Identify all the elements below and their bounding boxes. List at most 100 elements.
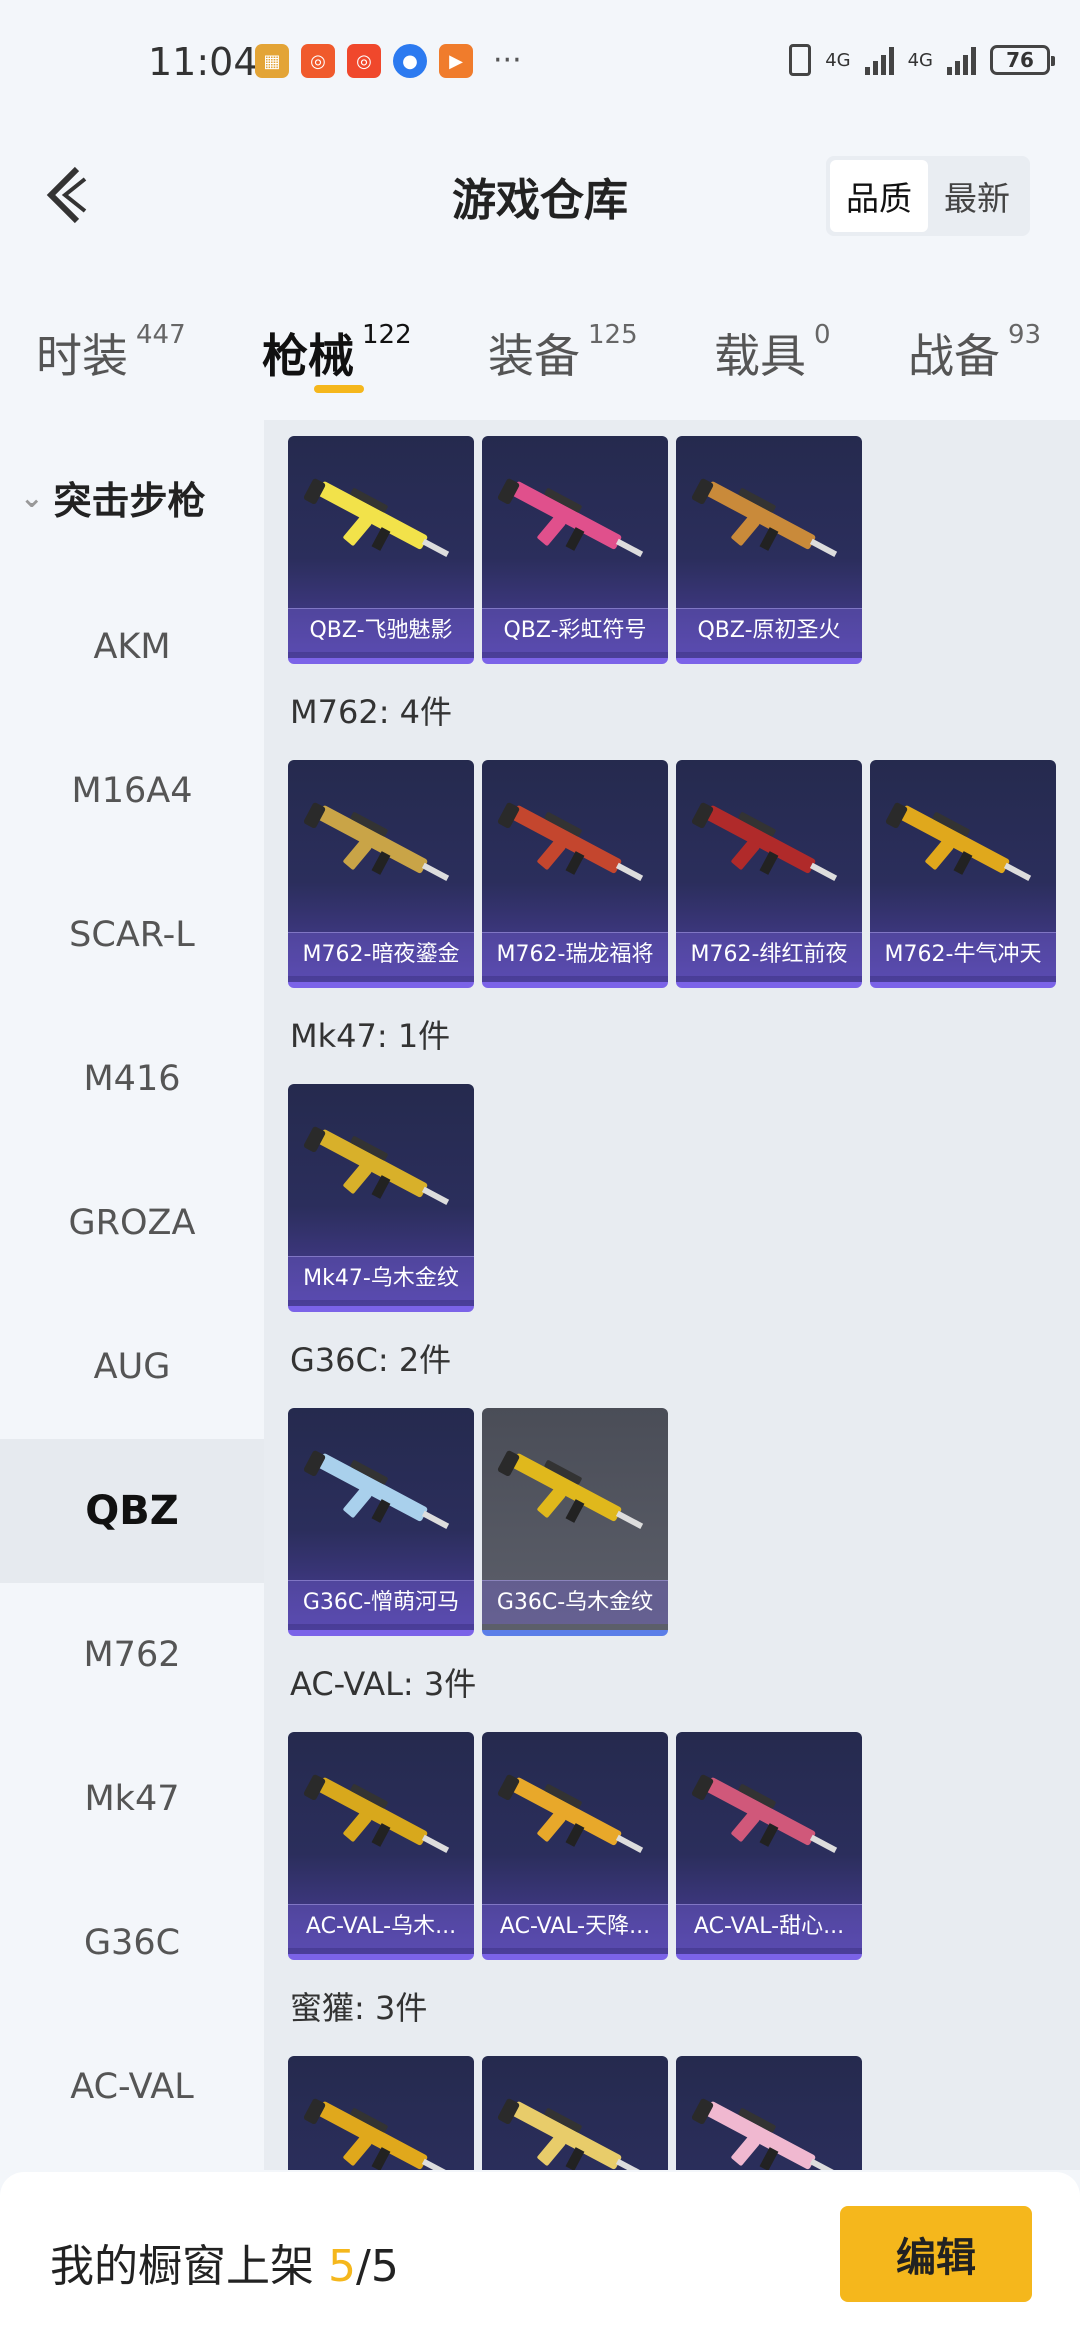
kuaishou-app-icon: ◎	[301, 44, 335, 78]
skin-card[interactable]: Mk47-乌木金纹	[288, 1084, 474, 1312]
skin-name: QBZ-飞驰魅影	[288, 608, 474, 652]
sidebar-item-g36c[interactable]: G36C	[0, 1871, 264, 2015]
status-bar: 11:04 ▦ ◎ ◎ ● ▶ ··· 4G 4G 76	[0, 0, 1080, 130]
skin-grid	[288, 2056, 1080, 2170]
skin-card[interactable]	[288, 2056, 474, 2170]
sidebar-item-ac-val[interactable]: AC-VAL	[0, 2015, 264, 2159]
skin-card[interactable]: QBZ-飞驰魅影	[288, 436, 474, 664]
gun-skin-image	[691, 478, 838, 557]
skin-card[interactable]: G36C-憎萌河马	[288, 1408, 474, 1636]
sidebar-item-akm[interactable]: AKM	[0, 575, 264, 719]
video-app-icon: ▶	[439, 44, 473, 78]
gun-skin-image	[885, 802, 1032, 881]
more-notifications-icon: ···	[493, 43, 522, 78]
skin-card[interactable]: M762-绯红前夜	[676, 760, 862, 988]
skin-card[interactable]: AC-VAL-天降...	[482, 1732, 668, 1960]
sidebar-item-m762[interactable]: M762	[0, 1583, 264, 1727]
section-title: AC-VAL: 3件	[290, 1665, 477, 1703]
skin-name: M762-瑞龙福将	[482, 932, 668, 976]
weapon-section: G36C: 2件 G36C-憎萌河马 G36C-乌木金纹	[288, 1312, 1080, 1636]
skin-card[interactable]: M762-牛气冲天	[870, 760, 1056, 988]
sidebar-item-m16a4[interactable]: M16A4	[0, 719, 264, 863]
sort-newest-button[interactable]: 最新	[928, 160, 1026, 232]
tab-label: 枪械	[262, 329, 354, 383]
tab-count: 0	[814, 320, 831, 350]
sidebar-item-m416[interactable]: M416	[0, 1007, 264, 1151]
skin-card[interactable]	[676, 2056, 862, 2170]
sidebar-item-qbz[interactable]: QBZ	[0, 1439, 264, 1583]
skin-card[interactable]	[482, 2056, 668, 2170]
sidebar-list: AKM M16A4 SCAR-L M416 GROZA AUG QBZ M762 Mk47 G36…	[0, 575, 264, 2159]
sidebar-group-label: 突击步枪	[53, 479, 206, 523]
skin-grid: AC-VAL-乌木... AC-VAL-天降... AC-VAL-甜心...	[288, 1732, 1080, 1960]
tab-guns[interactable]: 枪械 122	[262, 320, 412, 386]
showcase-total: /5	[356, 2241, 399, 2292]
edit-button[interactable]: 编辑	[840, 2206, 1032, 2302]
showcase-status: 我的橱窗上架 5/5	[50, 2230, 399, 2294]
bulb-app-icon: ●	[393, 44, 427, 78]
skin-name: Mk47-乌木金纹	[288, 1256, 474, 1300]
skin-card[interactable]: QBZ-原初圣火	[676, 436, 862, 664]
section-title: G36C: 2件	[290, 1341, 452, 1379]
sections-container: QBZ-飞驰魅影 QBZ-彩虹符号 QBZ-原初圣火 M762: 4件 M762-暗夜鎏…	[288, 436, 1080, 2170]
skin-card[interactable]: M762-瑞龙福将	[482, 760, 668, 988]
tab-outfits[interactable]: 时装 447	[36, 320, 186, 386]
chevron-down-icon: ⌄	[20, 481, 44, 514]
skin-name: AC-VAL-乌木...	[288, 1904, 474, 1948]
tab-vehicles[interactable]: 载具 0	[714, 320, 831, 386]
skin-card[interactable]: M762-暗夜鎏金	[288, 760, 474, 988]
tab-label: 装备	[488, 329, 580, 383]
gun-skin-image	[691, 802, 838, 881]
sidebar-item-aug[interactable]: AUG	[0, 1295, 264, 1439]
network-type-2: 4G	[907, 49, 933, 71]
gun-skin-image	[303, 1450, 450, 1529]
showcase-label: 我的橱窗上架	[50, 2241, 314, 2292]
section-title: 蜜獾: 3件	[290, 1989, 428, 2027]
skin-card[interactable]: AC-VAL-甜心...	[676, 1732, 862, 1960]
tab-label: 时装	[36, 329, 128, 383]
tab-count: 122	[362, 320, 412, 350]
sidebar-item-groza[interactable]: GROZA	[0, 1151, 264, 1295]
signal-icon	[864, 45, 894, 75]
weapon-section: M762: 4件 M762-暗夜鎏金 M762-瑞龙福将 M762-绯红前夜 M762-…	[288, 664, 1080, 988]
tab-count: 447	[136, 320, 186, 350]
gun-skin-image	[497, 1774, 644, 1853]
network-type-1: 4G	[825, 49, 851, 71]
weapon-skin-list[interactable]: QBZ-飞驰魅影 QBZ-彩虹符号 QBZ-原初圣火 M762: 4件 M762-暗夜鎏…	[264, 420, 1080, 2170]
tab-label: 战备	[908, 329, 1000, 383]
skin-card[interactable]: QBZ-彩虹符号	[482, 436, 668, 664]
sidebar-item-mk47[interactable]: Mk47	[0, 1727, 264, 1871]
tab-supplies[interactable]: 战备 93	[908, 320, 1041, 386]
gun-skin-image	[497, 478, 644, 557]
skin-name: QBZ-原初圣火	[676, 608, 862, 652]
weapon-section: 蜜獾: 3件	[288, 1960, 1080, 2170]
status-app-icons: ▦ ◎ ◎ ● ▶ ···	[255, 44, 522, 78]
gun-skin-image	[303, 1774, 450, 1853]
skin-name: M762-暗夜鎏金	[288, 932, 474, 976]
sidebar-item-scar-l[interactable]: SCAR-L	[0, 863, 264, 1007]
gun-skin-image	[691, 2098, 838, 2170]
skin-name: M762-牛气冲天	[870, 932, 1056, 976]
game-app-icon: ▦	[255, 44, 289, 78]
weapon-section: QBZ-飞驰魅影 QBZ-彩虹符号 QBZ-原初圣火	[288, 436, 1080, 664]
skin-card[interactable]: G36C-乌木金纹	[482, 1408, 668, 1636]
skin-grid: Mk47-乌木金纹	[288, 1084, 1080, 1312]
section-title: M762: 4件	[290, 693, 453, 731]
gun-skin-image	[497, 1450, 644, 1529]
skin-card[interactable]: AC-VAL-乌木...	[288, 1732, 474, 1960]
gun-skin-image	[303, 1126, 450, 1205]
gun-skin-image	[303, 2098, 450, 2170]
tab-count: 125	[588, 320, 638, 350]
header: 游戏仓库 品质 最新	[0, 130, 1080, 260]
kuaishou-lite-app-icon: ◎	[347, 44, 381, 78]
skin-name: AC-VAL-甜心...	[676, 1904, 862, 1948]
skin-name: AC-VAL-天降...	[482, 1904, 668, 1948]
showcase-current: 5	[328, 2241, 356, 2292]
sidebar-group-assault-rifles[interactable]: ⌄ 突击步枪	[0, 420, 264, 575]
sort-toggle: 品质 最新	[826, 156, 1030, 236]
gun-skin-image	[497, 802, 644, 881]
skin-name: G36C-憎萌河马	[288, 1580, 474, 1624]
tab-equipment[interactable]: 装备 125	[488, 320, 638, 386]
skin-grid: G36C-憎萌河马 G36C-乌木金纹	[288, 1408, 1080, 1636]
sort-quality-button[interactable]: 品质	[830, 160, 928, 232]
